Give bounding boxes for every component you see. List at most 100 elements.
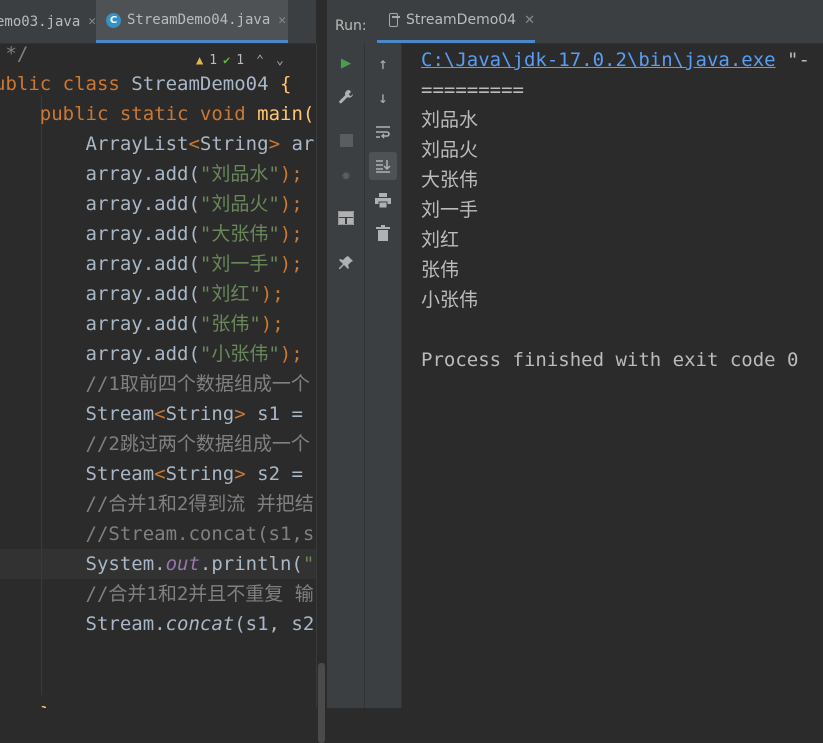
code-line[interactable]: //2跳过两个数据组成一个 [0, 429, 310, 459]
code-token: "刘红" [199, 283, 261, 305]
code-token: "刘品火" [199, 193, 280, 215]
editor-scrollbar[interactable] [316, 43, 327, 743]
code-line[interactable]: array.add("大张伟"); [0, 219, 303, 249]
code-token: (s1, s2 [234, 613, 315, 635]
code-token: array.add( [0, 343, 200, 365]
scroll-to-end-icon[interactable] [369, 152, 397, 180]
code-token: //Stream.concat(s1,s [0, 523, 315, 545]
code-line[interactable]: } [0, 699, 51, 708]
code-line[interactable]: public static void main( [0, 99, 315, 129]
code-token: < [188, 133, 200, 155]
code-token: "张伟" [199, 313, 261, 335]
code-token: < [154, 463, 166, 485]
debug-icon[interactable]: ✹ [332, 160, 360, 188]
code-token: concat [165, 613, 235, 635]
code-token: ublic [0, 73, 63, 95]
close-icon[interactable]: ✕ [278, 13, 286, 28]
code-token: ); [279, 223, 303, 245]
code-line[interactable]: //1取前四个数据组成一个 [0, 369, 310, 399]
code-line[interactable]: //Stream.concat(s1,s [0, 519, 315, 549]
code-token: ); [279, 163, 303, 185]
chevron-up-icon[interactable]: ⌃ [256, 53, 264, 68]
code-line[interactable]: ArrayList<String> ar [0, 129, 315, 159]
console-line[interactable]: C:\Java\jdk-17.0.2\bin\java.exe "- [421, 45, 810, 75]
tab-label: StreamDemo04.java [127, 12, 271, 28]
code-token: "刘品水" [199, 163, 280, 185]
code-token: "刘一手" [199, 253, 280, 275]
check-count: 1 [236, 52, 245, 68]
wrench-icon[interactable] [332, 83, 360, 111]
code-token: " [302, 553, 315, 575]
code-line[interactable]: array.add("刘红"); [0, 279, 284, 309]
code-line[interactable]: System.out.println(" [0, 549, 315, 579]
console-text: ========= [421, 79, 524, 101]
code-line[interactable]: Stream<String> s2 = [0, 459, 303, 489]
stop-icon[interactable] [332, 126, 360, 154]
code-token: .println( [199, 553, 303, 575]
console-line: 张伟 [421, 255, 459, 285]
code-token: //合并1和2得到流 并把结 [0, 493, 314, 515]
warning-icon: ▲ [196, 53, 204, 67]
code-token: ); [279, 343, 303, 365]
run-tool-window: Run: StreamDemo04 ✕ ▶ ✹ ↑ ↓ C:\Java\jdk-… [327, 0, 823, 708]
trash-icon[interactable] [369, 219, 397, 247]
run-icon[interactable]: ▶ [332, 49, 360, 77]
code-token: class [62, 73, 132, 95]
code-token: array.add( [0, 313, 200, 335]
code-token: static [119, 103, 200, 125]
code-token: s1 = [245, 403, 303, 425]
warning-count: 1 [209, 52, 218, 68]
code-line[interactable]: array.add("刘品水"); [0, 159, 303, 189]
code-token: Stream. [0, 613, 166, 635]
tab-run-streamdemo04[interactable]: StreamDemo04 ✕ [377, 0, 535, 43]
console-output[interactable]: C:\Java\jdk-17.0.2\bin\java.exe "- ======… [402, 43, 823, 708]
code-token: ar [280, 133, 315, 155]
print-icon[interactable] [369, 186, 397, 214]
code-token: Stream [0, 403, 155, 425]
console-text: Process finished with exit code 0 [421, 349, 799, 371]
run-label: Run: [335, 18, 367, 34]
code-token: ); [279, 193, 303, 215]
console-text: 张伟 [421, 259, 460, 281]
code-token: < [154, 403, 166, 425]
close-icon[interactable]: ✕ [524, 13, 535, 28]
close-icon[interactable]: ✕ [88, 14, 96, 29]
code-token: System. [0, 553, 166, 575]
inspection-widget[interactable]: ▲ 1 ✔ 1 ⌃ ⌄ [196, 50, 284, 70]
arrow-up-icon[interactable]: ↑ [369, 49, 397, 77]
code-line[interactable]: Stream<String> s1 = [0, 399, 303, 429]
code-line[interactable]: Stream.concat(s1, s2 [0, 609, 315, 639]
code-line[interactable]: array.add("刘一手"); [0, 249, 303, 279]
code-line[interactable]: //合并1和2并且不重复 输 [0, 579, 314, 609]
code-token: s2 = [245, 463, 303, 485]
run-toolbar-right: ↑ ↓ [365, 43, 402, 708]
code-token: > [234, 463, 246, 485]
code-line[interactable]: */ [0, 39, 28, 69]
console-java-path-link[interactable]: C:\Java\jdk-17.0.2\bin\java.exe [421, 49, 776, 71]
arrow-down-icon[interactable]: ↓ [369, 83, 397, 111]
console-line: 刘品水 [421, 105, 478, 135]
console-line: Process finished with exit code 0 [421, 345, 799, 375]
code-line[interactable]: array.add("张伟"); [0, 309, 284, 339]
console-icon [389, 13, 401, 27]
check-icon: ✔ [223, 53, 231, 67]
code-token: ); [260, 313, 284, 335]
code-token: void [199, 103, 258, 125]
code-editor[interactable]: emo03.java ✕ C StreamDemo04.java ✕ ▲ 1 ✔… [0, 0, 316, 708]
tab-streamdemo03[interactable]: emo03.java ✕ [0, 0, 96, 43]
console-text: 刘一手 [421, 199, 479, 221]
code-line[interactable]: //合并1和2得到流 并把结 [0, 489, 314, 519]
code-token: String [165, 463, 235, 485]
code-line[interactable]: array.add("刘品火"); [0, 189, 303, 219]
code-token: "大张伟" [199, 223, 280, 245]
pin-icon[interactable] [332, 248, 360, 276]
code-line[interactable]: ublic class StreamDemo04 { [0, 69, 291, 99]
tab-streamdemo04[interactable]: C StreamDemo04.java ✕ [96, 0, 288, 43]
code-line[interactable]: array.add("小张伟"); [0, 339, 303, 369]
layout-icon[interactable] [332, 204, 360, 232]
chevron-down-icon[interactable]: ⌄ [276, 53, 284, 68]
code-token: ArrayList [0, 133, 189, 155]
java-class-icon: C [106, 12, 121, 28]
soft-wrap-icon[interactable] [369, 118, 397, 146]
scrollbar-thumb[interactable] [318, 663, 325, 743]
